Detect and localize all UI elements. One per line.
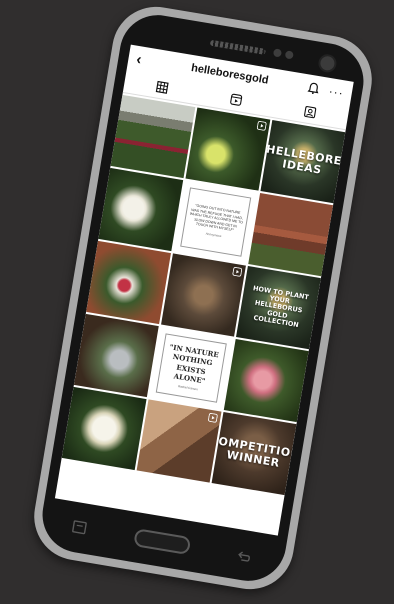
post-hands-photo[interactable] bbox=[136, 399, 222, 483]
reel-badge-icon bbox=[256, 120, 267, 131]
post-pink-hellebore-photo[interactable] bbox=[223, 338, 309, 423]
earpiece-speaker bbox=[209, 39, 266, 55]
post-watering-can-photo[interactable] bbox=[73, 313, 159, 398]
quote-author: Anonymous bbox=[205, 231, 222, 239]
hellebore-ideas-caption: HELLEBORE IDEAS bbox=[265, 142, 343, 177]
scene-background: ‹ helleboresgold ··· HELLEBORE IDEAS "GO… bbox=[0, 0, 394, 604]
how-to-plant-caption: HOW TO PLANT YOUR HELLEBORUS GOLD COLLEC… bbox=[252, 284, 310, 329]
post-grid: HELLEBORE IDEAS "Going out into nature w… bbox=[61, 93, 346, 496]
post-green-hellebore-photo[interactable] bbox=[185, 107, 271, 191]
reel-badge-icon bbox=[208, 412, 218, 423]
post-competition-winner[interactable]: COMPETITION WINNER bbox=[211, 411, 297, 496]
quote-text: "Going out into nature was the refuge th… bbox=[189, 203, 244, 233]
bell-icon[interactable] bbox=[306, 81, 320, 95]
grid-icon[interactable] bbox=[154, 79, 170, 95]
post-brick-house-photo[interactable] bbox=[248, 192, 334, 277]
post-bronze-leaves-photo[interactable] bbox=[161, 253, 246, 337]
post-greenhouse-photo[interactable] bbox=[110, 94, 196, 179]
reel-badge-icon bbox=[232, 266, 243, 277]
front-camera bbox=[317, 52, 338, 74]
competition-caption: COMPETITION WINNER bbox=[211, 433, 297, 470]
post-nature-quote-card[interactable]: "Going out into nature was the refuge th… bbox=[173, 180, 259, 264]
sensor-dot bbox=[272, 48, 283, 58]
quote-frame: "IN NATURE NOTHING EXISTS ALONE" Rachel … bbox=[155, 333, 227, 403]
post-hellebore-ideas[interactable]: HELLEBORE IDEAS bbox=[260, 120, 346, 204]
post-white-hellebore-photo[interactable] bbox=[98, 167, 184, 252]
quote-author: Rachel Carson bbox=[177, 383, 199, 392]
more-options-icon[interactable]: ··· bbox=[328, 84, 345, 100]
phone-frame: ‹ helleboresgold ··· HELLEBORE IDEAS "GO… bbox=[27, 0, 379, 596]
reels-icon[interactable] bbox=[228, 92, 244, 108]
post-how-to-plant[interactable]: HOW TO PLANT YOUR HELLEBORUS GOLD COLLEC… bbox=[236, 265, 321, 350]
sensor-dot bbox=[284, 50, 294, 60]
quote-text: "IN NATURE NOTHING EXISTS ALONE" bbox=[168, 342, 220, 386]
recent-apps-icon[interactable] bbox=[71, 520, 89, 536]
post-potted-plants-photo[interactable] bbox=[86, 240, 171, 325]
home-button[interactable] bbox=[133, 528, 192, 556]
quote-frame: "Going out into nature was the refuge th… bbox=[180, 187, 252, 257]
post-in-nature-quote-card[interactable]: "IN NATURE NOTHING EXISTS ALONE" Rachel … bbox=[148, 326, 234, 410]
tagged-icon[interactable] bbox=[302, 104, 318, 120]
post-white-flower-photo[interactable] bbox=[61, 386, 147, 471]
header-actions: ··· bbox=[306, 80, 345, 100]
phone-bezel: ‹ helleboresgold ··· HELLEBORE IDEAS "GO… bbox=[36, 9, 370, 587]
instagram-profile-screen: ‹ helleboresgold ··· HELLEBORE IDEAS "GO… bbox=[54, 44, 354, 536]
back-nav-icon[interactable] bbox=[235, 547, 253, 563]
